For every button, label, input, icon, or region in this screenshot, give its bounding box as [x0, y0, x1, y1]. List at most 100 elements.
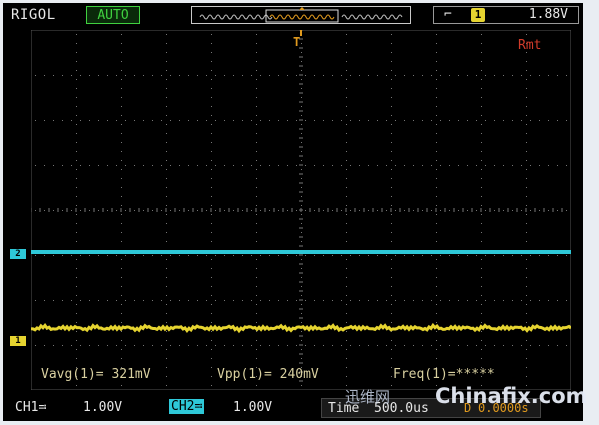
- grid-dot: [166, 340, 167, 341]
- grid-dot: [301, 331, 302, 332]
- grid-dot: [71, 120, 72, 121]
- grid-dot: [260, 210, 261, 211]
- grid-dot: [301, 232, 302, 233]
- grid-dot: [512, 210, 513, 211]
- grid-dot: [211, 160, 212, 161]
- measurement-vavg: Vavg(1)= 321mV: [41, 367, 151, 382]
- grid-dot: [467, 210, 468, 211]
- grid-dot: [526, 70, 527, 71]
- grid-dot: [76, 169, 77, 170]
- grid-dot: [256, 160, 257, 161]
- grid-dot: [377, 75, 378, 76]
- grid-dot: [391, 106, 392, 107]
- grid-dot: [436, 241, 437, 242]
- grid-dot: [166, 142, 167, 143]
- grid-dot: [296, 255, 297, 256]
- grid-dot: [526, 241, 527, 242]
- grid-dot: [436, 151, 437, 152]
- grid-dot: [121, 61, 122, 62]
- grid-dot: [121, 268, 122, 269]
- grid-dot: [296, 210, 297, 211]
- grid-dot: [359, 120, 360, 121]
- grid-dot: [391, 385, 392, 386]
- grid-dot: [526, 196, 527, 197]
- grid-dot: [346, 79, 347, 80]
- grid-dot: [166, 124, 167, 125]
- grid-dot: [211, 241, 212, 242]
- grid-dot: [395, 165, 396, 166]
- grid-dot: [256, 169, 257, 170]
- grid-dot: [301, 43, 302, 44]
- grid-dot: [256, 178, 257, 179]
- grid-dot: [436, 268, 437, 269]
- grid-dot: [557, 75, 558, 76]
- grid-dot: [346, 331, 347, 332]
- grid-dot: [256, 88, 257, 89]
- grid-dot: [62, 255, 63, 256]
- grid-dot: [301, 268, 302, 269]
- grid-dot: [485, 120, 486, 121]
- grid-dot: [44, 345, 45, 346]
- grid-dot: [526, 79, 527, 80]
- grid-dot: [166, 178, 167, 179]
- grid-dot: [269, 210, 270, 211]
- grid-dot: [404, 120, 405, 121]
- grid-dot: [404, 210, 405, 211]
- grid-dot: [512, 165, 513, 166]
- grid-dot: [301, 169, 302, 170]
- grid-dot: [125, 165, 126, 166]
- grid-dot: [242, 255, 243, 256]
- grid-dot: [121, 385, 122, 386]
- grid-dot: [476, 165, 477, 166]
- grid-dot: [449, 210, 450, 211]
- grid-dot: [530, 165, 531, 166]
- grid-dot: [301, 214, 302, 215]
- grid-dot: [323, 255, 324, 256]
- grid-dot: [71, 75, 72, 76]
- grid-dot: [346, 286, 347, 287]
- grid-dot: [436, 97, 437, 98]
- grid-dot: [170, 300, 171, 301]
- grid-dot: [350, 300, 351, 301]
- grid-dot: [269, 75, 270, 76]
- grid-dot: [242, 345, 243, 346]
- grid-dot: [404, 345, 405, 346]
- grid-dot: [44, 300, 45, 301]
- grid-dot: [121, 106, 122, 107]
- grid-dot: [391, 88, 392, 89]
- grid-dot: [494, 210, 495, 211]
- trigger-mode-indicator: AUTO: [86, 6, 140, 24]
- grid-dot: [440, 165, 441, 166]
- grid-dot: [566, 345, 567, 346]
- grid-dot: [89, 120, 90, 121]
- grid-dot: [422, 255, 423, 256]
- grid-dot: [391, 268, 392, 269]
- grid-dot: [301, 70, 302, 71]
- grid-dot: [166, 259, 167, 260]
- grid-dot: [395, 75, 396, 76]
- grid-dot: [323, 75, 324, 76]
- grid-dot: [346, 61, 347, 62]
- grid-dot: [481, 295, 482, 296]
- grid-dot: [62, 120, 63, 121]
- grid-dot: [422, 165, 423, 166]
- grid-dot: [503, 255, 504, 256]
- grid-dot: [215, 165, 216, 166]
- grid-dot: [494, 165, 495, 166]
- grid-dot: [458, 345, 459, 346]
- grid-dot: [121, 322, 122, 323]
- grid-dot: [287, 300, 288, 301]
- grid-dot: [121, 124, 122, 125]
- grid-dot: [526, 124, 527, 125]
- grid-dot: [35, 210, 36, 211]
- grid-dot: [301, 52, 302, 53]
- grid-dot: [503, 75, 504, 76]
- grid-dot: [314, 300, 315, 301]
- grid-dot: [526, 88, 527, 89]
- grid-dot: [107, 210, 108, 211]
- grid-dot: [134, 255, 135, 256]
- grid-dot: [166, 268, 167, 269]
- grid-dot: [76, 115, 77, 116]
- grid-dot: [481, 124, 482, 125]
- grid-dot: [211, 79, 212, 80]
